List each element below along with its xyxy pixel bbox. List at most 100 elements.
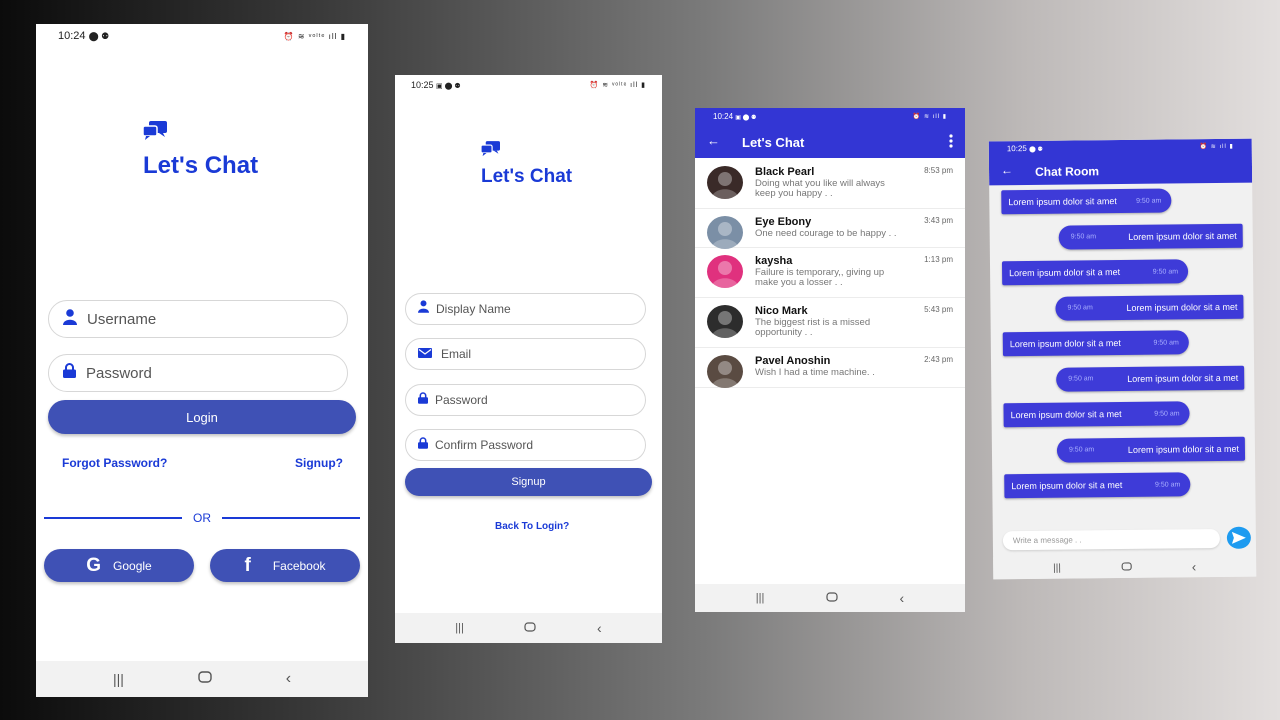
recent-apps-icon[interactable]: ||| bbox=[1053, 562, 1061, 573]
chat-row[interactable]: kaysha Failure is temporary,, giving up m… bbox=[695, 247, 965, 298]
forgot-password-link[interactable]: Forgot Password? bbox=[62, 456, 167, 470]
chat-row[interactable]: Eye Ebony One need courage to be happy . … bbox=[695, 208, 965, 249]
status-right-icons: ⏰ ≋ ıll ▮ bbox=[912, 113, 947, 120]
home-icon[interactable] bbox=[826, 589, 838, 607]
message-time: 9:50 am bbox=[1152, 267, 1179, 276]
chat-last-message: One need courage to be happy . . bbox=[755, 228, 897, 239]
status-right-icons: ⏰ ≋ ᵛᵒˡᵗᵉ ıll ▮ bbox=[283, 31, 346, 41]
status-right-icons: ⏰ ≋ ıll ▮ bbox=[1199, 143, 1234, 151]
avatar bbox=[707, 305, 743, 338]
signup-button[interactable]: Signup bbox=[405, 468, 652, 496]
facebook-icon: f bbox=[244, 554, 251, 576]
back-to-login-link[interactable]: Back To Login? bbox=[495, 521, 569, 532]
chat-bubbles-icon bbox=[480, 141, 500, 161]
chat-bubbles-icon bbox=[142, 121, 167, 145]
google-label: Google bbox=[113, 558, 152, 573]
chat-last-message: Failure is temporary,, giving up make yo… bbox=[755, 267, 885, 288]
message-time: 9:50 am bbox=[1070, 233, 1097, 241]
status-bar: 10:24 ▣ ⬤ ⚉ ⏰ ≋ ıll ▮ bbox=[695, 108, 965, 124]
back-arrow-icon[interactable]: ← bbox=[1001, 163, 1013, 177]
status-time: 10:24 bbox=[713, 111, 734, 121]
message-time: 9:50 am bbox=[1154, 480, 1181, 489]
home-icon[interactable] bbox=[198, 670, 212, 688]
divider-left bbox=[44, 517, 182, 519]
message-text: Lorem ipsum dolor sit a met bbox=[1127, 372, 1239, 384]
avatar bbox=[707, 216, 743, 249]
app-bar: 10:25 ⬤ ⚉ ⏰ ≋ ıll ▮ ← Chat Room bbox=[988, 138, 1253, 186]
message-time: 9:50 am bbox=[1154, 409, 1180, 418]
google-icon: G bbox=[86, 554, 102, 576]
back-arrow-icon[interactable]: ← bbox=[707, 133, 720, 148]
username-input[interactable]: Username bbox=[87, 311, 156, 328]
chat-time: 2:43 pm bbox=[924, 355, 953, 364]
chat-name: Black Pearl bbox=[755, 166, 815, 178]
status-time: 10:24 bbox=[58, 30, 86, 42]
username-field[interactable]: Username bbox=[48, 300, 348, 338]
password-input[interactable]: Password bbox=[435, 393, 488, 407]
lock-icon bbox=[63, 363, 76, 383]
back-nav-icon[interactable]: ‹ bbox=[597, 620, 602, 636]
home-icon[interactable] bbox=[524, 619, 537, 637]
message-input-placeholder: Write a message . . bbox=[1012, 535, 1082, 546]
message-input[interactable]: Write a message . . bbox=[1002, 528, 1220, 551]
email-field[interactable]: Email bbox=[405, 338, 646, 370]
signup-screen: 10:25 ▣ ⬤ ⚉ ⏰ ≋ ᵛᵒˡᵗᵉ ıll ▮ Let's Chat D… bbox=[395, 75, 662, 643]
email-input[interactable]: Email bbox=[441, 347, 471, 361]
confirm-password-input[interactable]: Confirm Password bbox=[435, 438, 533, 452]
chat-row[interactable]: Black Pearl Doing what you like will alwa… bbox=[695, 158, 965, 209]
send-icon[interactable] bbox=[1226, 526, 1251, 549]
login-button[interactable]: Login bbox=[48, 400, 356, 434]
message-text: Lorem ipsum dolor sit a met bbox=[1011, 480, 1123, 492]
chat-last-message: The biggest rist is a missed opportunity… bbox=[755, 317, 871, 338]
password-field[interactable]: Password bbox=[48, 354, 348, 392]
message-text: Lorem ipsum dolor sit a met bbox=[1009, 338, 1121, 350]
status-bar: 10:25 ▣ ⬤ ⚉ ⏰ ≋ ᵛᵒˡᵗᵉ ıll ▮ bbox=[395, 75, 662, 95]
password-input[interactable]: Password bbox=[86, 365, 152, 382]
or-label: OR bbox=[193, 511, 211, 525]
facebook-button[interactable]: f Facebook bbox=[210, 549, 360, 582]
facebook-label: Facebook bbox=[272, 558, 326, 573]
google-button[interactable]: G Google bbox=[44, 549, 194, 582]
status-time: 10:25 bbox=[1006, 143, 1027, 154]
confirm-password-field[interactable]: Confirm Password bbox=[405, 429, 646, 461]
display-name-input[interactable]: Display Name bbox=[436, 302, 511, 316]
home-icon[interactable] bbox=[1121, 558, 1132, 576]
nav-bar: ||| ‹ bbox=[695, 584, 965, 612]
incoming-message: Lorem ipsum dolor sit a met 9:50 am bbox=[1001, 259, 1189, 286]
more-vert-icon[interactable] bbox=[949, 134, 953, 153]
recent-apps-icon[interactable]: ||| bbox=[455, 622, 464, 634]
chat-room-screen: 10:25 ⬤ ⚉ ⏰ ≋ ıll ▮ ← Chat Room Lorem ip… bbox=[988, 138, 1257, 580]
recent-apps-icon[interactable]: ||| bbox=[756, 592, 765, 604]
back-nav-icon[interactable]: ‹ bbox=[286, 670, 291, 688]
status-left-icons: ▣ ⬤ ⚉ bbox=[436, 83, 461, 90]
recent-apps-icon[interactable]: ||| bbox=[113, 671, 124, 687]
app-bar-title: Chat Room bbox=[1034, 164, 1100, 179]
message-time: 9:50 am bbox=[1068, 375, 1094, 383]
avatar bbox=[707, 166, 743, 199]
outgoing-message: 9:50 am Lorem ipsum dolor sit amet bbox=[1058, 223, 1243, 250]
status-time: 10:25 bbox=[411, 80, 434, 90]
chat-name: Eye Ebony bbox=[755, 216, 812, 228]
nav-bar: ||| ‹ bbox=[993, 554, 1257, 580]
divider-right bbox=[222, 517, 360, 519]
chat-name: Pavel Anoshin bbox=[755, 355, 831, 367]
chat-last-message: Doing what you like will always keep you… bbox=[755, 178, 885, 199]
chat-name: kaysha bbox=[755, 255, 793, 267]
chat-row[interactable]: Pavel Anoshin Wish I had a time machine. … bbox=[695, 347, 965, 388]
message-time: 9:50 am bbox=[1153, 338, 1179, 347]
back-nav-icon[interactable]: ‹ bbox=[1192, 559, 1197, 574]
display-name-field[interactable]: Display Name bbox=[405, 293, 646, 325]
chat-row[interactable]: Nico Mark The biggest rist is a missed op… bbox=[695, 297, 965, 348]
outgoing-message: 9:50 am Lorem ipsum dolor sit a met bbox=[1056, 365, 1245, 392]
login-screen: 10:24 ⬤ ⚉ ⏰ ≋ ᵛᵒˡᵗᵉ ıll ▮ Let's Chat Use… bbox=[36, 24, 368, 697]
chat-time: 8:53 pm bbox=[924, 166, 953, 175]
outgoing-message: 9:50 am Lorem ipsum dolor sit a met bbox=[1056, 436, 1246, 463]
message-text: Lorem ipsum dolor sit amet bbox=[1008, 196, 1117, 208]
app-bar-title: Let's Chat bbox=[742, 135, 805, 150]
message-text: Lorem ipsum dolor sit a met bbox=[1126, 301, 1238, 313]
password-field[interactable]: Password bbox=[405, 384, 646, 416]
back-nav-icon[interactable]: ‹ bbox=[900, 590, 905, 606]
signup-link[interactable]: Signup? bbox=[295, 456, 343, 470]
message-time: 9:50 am bbox=[1067, 304, 1093, 312]
outgoing-message: 9:50 am Lorem ipsum dolor sit a met bbox=[1055, 294, 1244, 321]
